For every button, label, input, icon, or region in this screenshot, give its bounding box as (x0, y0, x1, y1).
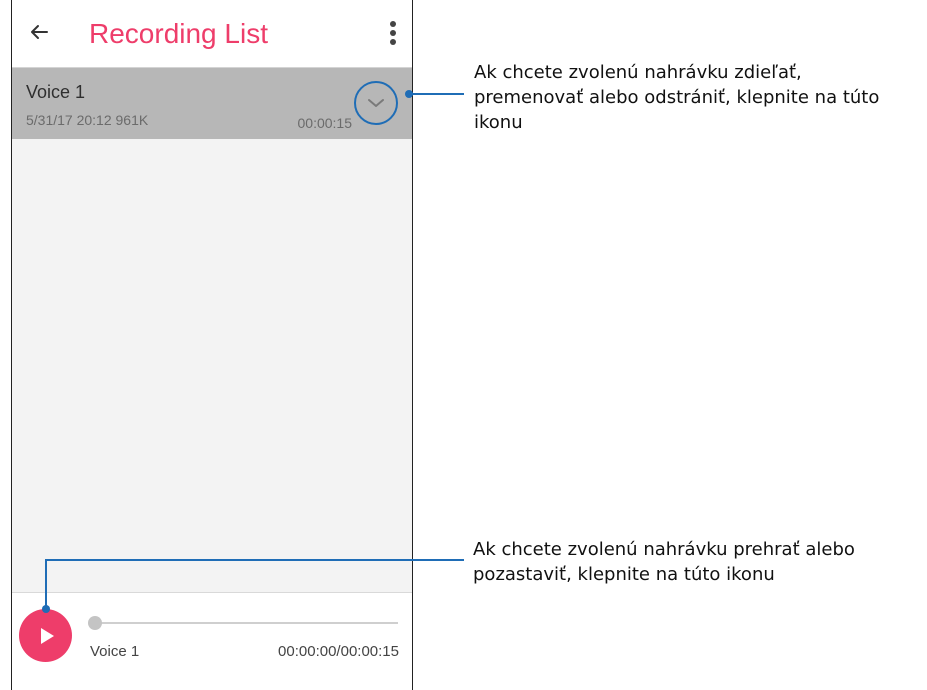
callout-options-line: premenovať alebo odstrániť, klepnite na … (474, 87, 880, 108)
play-icon (40, 627, 54, 644)
phone-screen: Recording List Voice 1 5/31/17 20:12 961… (11, 0, 413, 690)
arrow-left-icon (31, 25, 48, 39)
chevron-down-icon (368, 99, 384, 107)
callout-line-play-vertical (45, 559, 47, 610)
player-recording-name: Voice 1 (90, 643, 140, 660)
recording-duration: 00:00:15 (297, 115, 353, 131)
recording-list-item[interactable]: Voice 1 5/31/17 20:12 961K 00:00:15 (12, 68, 412, 139)
callout-options-text: Ak chcete zvolenú nahrávku zdieľať, prem… (474, 60, 879, 135)
back-button[interactable] (27, 20, 51, 44)
recording-name: Voice 1 (26, 82, 86, 102)
play-button[interactable] (19, 609, 72, 662)
callout-play-line: pozastaviť, klepnite na túto ikonu (473, 564, 775, 585)
player-time: 00:00:00/00:00:15 (278, 643, 399, 660)
callout-line-options (409, 93, 464, 95)
callout-dot-play (42, 605, 50, 613)
page-title: Recording List (89, 18, 268, 49)
callout-line-play (45, 559, 464, 561)
recording-meta: 5/31/17 20:12 961K (26, 112, 149, 128)
callout-options-line: Ak chcete zvolenú nahrávku zdieľať, (474, 62, 802, 83)
callout-play-line: Ak chcete zvolenú nahrávku prehrať alebo (473, 539, 855, 560)
player-bar: Voice 1 00:00:00/00:00:15 (12, 592, 412, 690)
progress-track[interactable] (92, 622, 398, 624)
app-bar: Recording List (12, 0, 412, 68)
more-options-button[interactable] (388, 20, 398, 48)
callout-options-line: ikonu (474, 112, 523, 133)
more-vertical-icon (390, 21, 396, 45)
expand-options-button[interactable] (354, 81, 398, 125)
callout-play-text: Ak chcete zvolenú nahrávku prehrať alebo… (473, 537, 855, 587)
progress-thumb[interactable] (88, 616, 102, 630)
